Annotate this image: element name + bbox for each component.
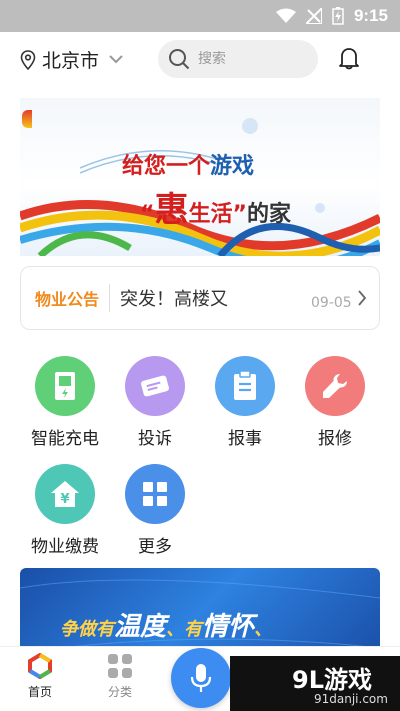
home-logo-icon [28, 653, 52, 679]
banner-headline-line1: 给您一个游戏 [122, 154, 255, 179]
notice-divider [109, 284, 111, 312]
status-bar: 9:15 [0, 0, 400, 32]
property-notice-bar[interactable]: 物业公告 突发！高楼又 09-05 [20, 266, 380, 330]
watermark-logo: 9L游戏 91danji.com [230, 656, 400, 711]
watermark-url: 91danji.com [314, 692, 388, 706]
secondary-banner[interactable]: 争做有温度、有情怀、 [20, 568, 380, 658]
notice-tag: 物业公告 [35, 290, 100, 309]
tab-category-label: 分类 [107, 685, 132, 699]
tab-home-label: 首页 [27, 685, 52, 699]
service-more[interactable]: 更多 [113, 464, 197, 557]
search-icon [169, 49, 190, 70]
chevron-down-icon [109, 52, 123, 68]
city-name: 北京市 [42, 50, 100, 72]
city-selector[interactable]: 北京市 [20, 46, 123, 73]
wrench-icon [305, 356, 365, 416]
signal-off-icon [305, 8, 322, 24]
service-report[interactable]: 报事 [203, 356, 287, 449]
svg-text:¥: ¥ [60, 492, 69, 507]
header: 北京市 [0, 32, 400, 88]
charging-pile-icon [35, 356, 95, 416]
service-label: 更多 [138, 537, 172, 557]
banner2-slogan: 争做有温度、有情怀、 [60, 612, 273, 642]
wifi-icon [275, 8, 296, 23]
service-complaint[interactable]: 投诉 [113, 356, 197, 449]
clock: 9:15 [353, 6, 388, 25]
location-pin-icon [20, 49, 36, 70]
ticket-icon [125, 356, 185, 416]
service-label: 投诉 [138, 429, 172, 449]
service-smart-charging[interactable]: 智能充电 [23, 356, 107, 449]
category-grid-icon [108, 654, 132, 678]
bell-icon [339, 48, 359, 70]
microphone-icon [190, 664, 212, 692]
promo-banner[interactable]: 给您一个游戏 “惠生活”的家 [20, 98, 380, 256]
tab-home[interactable]: 首页 [10, 653, 70, 700]
house-yen-icon: ¥ [35, 464, 95, 524]
battery-charging-icon [332, 7, 344, 25]
chevron-right-icon [357, 289, 367, 311]
voice-button[interactable] [171, 648, 231, 708]
banner-headline-line2: “惠生活”的家 [140, 190, 291, 230]
service-repair[interactable]: 报修 [293, 356, 377, 449]
service-label: 报修 [318, 429, 352, 449]
watermark-title: 9L游戏 [292, 666, 372, 694]
search-input[interactable] [198, 51, 298, 67]
notification-button[interactable] [338, 46, 360, 74]
clipboard-icon [215, 356, 275, 416]
notice-date: 09-05 [311, 295, 352, 311]
service-property-payment[interactable]: ¥ 物业缴费 [23, 464, 107, 557]
tab-category[interactable]: 分类 [90, 653, 150, 700]
service-label: 报事 [228, 429, 262, 449]
service-label: 智能充电 [31, 429, 99, 449]
grid-more-icon [125, 464, 185, 524]
search-bar[interactable] [158, 40, 318, 78]
service-label: 物业缴费 [31, 537, 99, 557]
